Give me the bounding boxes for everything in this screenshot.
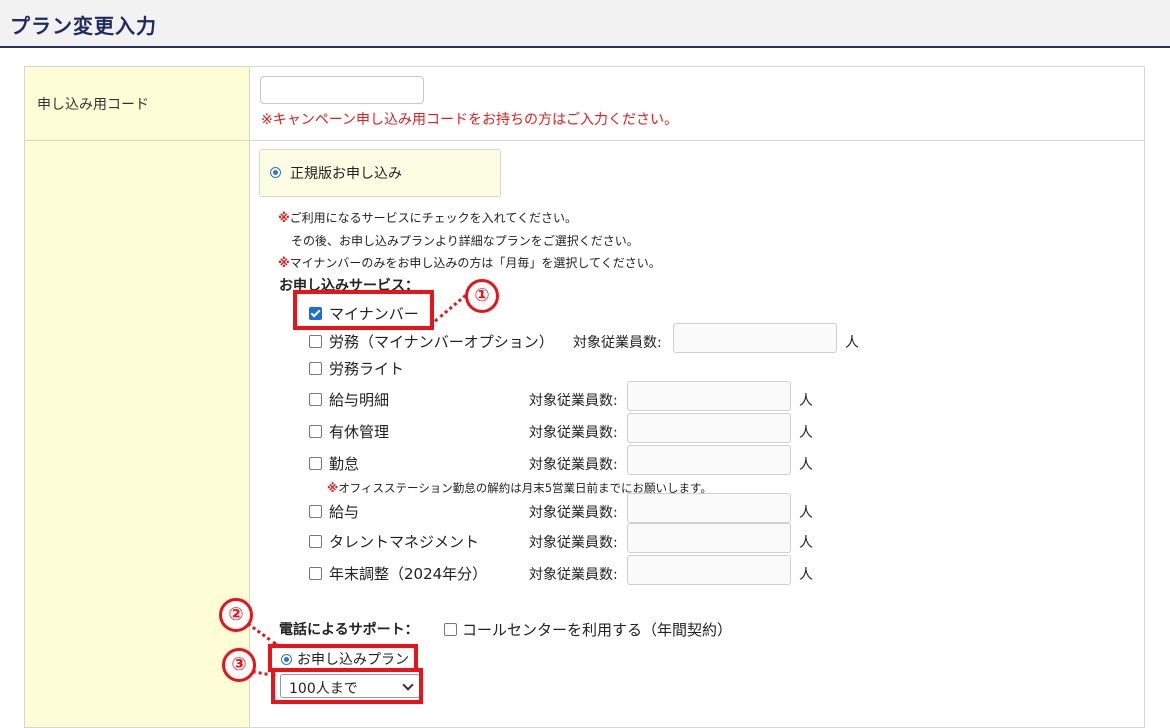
labor-lite-checkbox[interactable] (309, 362, 322, 375)
employee-count-label: 対象従業員数: (573, 335, 662, 351)
service-row-payslip[interactable]: 給与明細 対象従業員数: 人 (309, 381, 869, 411)
regular-plan-label: 正規版お申し込み (290, 166, 402, 182)
campaign-code-note: ※キャンペーン申し込み用コードをお持ちの方はご入力ください。 (261, 112, 679, 128)
callout-number-3: ③ (222, 648, 256, 682)
service-row-attendance[interactable]: 勤怠 対象従業員数: 人 (309, 445, 869, 475)
employee-count-label: 対象従業員数: (529, 425, 618, 441)
note-line-2: その後、お申し込みプランより詳細なプランをご選択ください。 (291, 234, 639, 248)
service-row-paid-leave[interactable]: 有休管理 対象従業員数: 人 (309, 413, 869, 443)
service-name: 勤怠 (329, 455, 360, 473)
employee-count-input[interactable] (627, 523, 791, 553)
labor-option-checkbox[interactable] (309, 335, 322, 348)
unit-label: 人 (799, 425, 813, 441)
note-line-3: ※マイナンバーのみをお申し込みの方は「月毎」を選択してください。 (278, 256, 661, 270)
employee-count-input[interactable] (673, 323, 837, 353)
campaign-code-input[interactable] (260, 76, 424, 104)
plan-change-form: 申し込み用コード ※キャンペーン申し込み用コードをお持ちの方はご入力ください。 … (24, 66, 1145, 728)
employee-count-label: 対象従業員数: (529, 505, 618, 521)
unit-label: 人 (799, 567, 813, 583)
paid-leave-checkbox[interactable] (309, 425, 322, 438)
employee-count-input[interactable] (627, 381, 791, 411)
service-name: 労務ライト (329, 360, 405, 378)
page-header: プラン変更入力 (0, 0, 1170, 48)
unit-label: 人 (799, 505, 813, 521)
row-divider (25, 140, 1144, 141)
service-name: 労務（マイナンバーオプション） (329, 333, 554, 351)
employee-count-input[interactable] (627, 493, 791, 523)
highlight-box-1 (293, 290, 434, 330)
phone-support-label: 電話によるサポート： (279, 622, 419, 638)
service-name: 給与 (329, 503, 360, 521)
service-name: 有休管理 (329, 423, 390, 441)
callout-number-2: ② (219, 598, 253, 632)
employee-count-input[interactable] (627, 413, 791, 443)
unit-label: 人 (799, 393, 813, 409)
service-row-year-end[interactable]: 年末調整（2024年分） 対象従業員数: 人 (309, 555, 869, 585)
service-name: 給与明細 (329, 391, 390, 409)
code-label: 申し込み用コード (37, 97, 149, 113)
service-name: タレントマネジメント (329, 533, 480, 551)
page-title: プラン変更入力 (10, 14, 157, 38)
payslip-checkbox[interactable] (309, 393, 322, 406)
service-row-talent[interactable]: タレントマネジメント 対象従業員数: 人 (309, 523, 869, 553)
call-center-label[interactable]: コールセンターを利用する（年間契約） (462, 619, 732, 640)
unit-label: 人 (845, 335, 859, 351)
regular-plan-option[interactable]: 正規版お申し込み (259, 149, 501, 197)
employee-count-label: 対象従業員数: (529, 457, 618, 473)
employee-count-label: 対象従業員数: (529, 535, 618, 551)
year-end-checkbox[interactable] (309, 567, 322, 580)
callout-number-1: ① (465, 279, 499, 313)
call-center-checkbox[interactable] (444, 623, 457, 636)
employee-count-label: 対象従業員数: (529, 393, 618, 409)
unit-label: 人 (799, 535, 813, 551)
employee-count-label: 対象従業員数: (529, 567, 618, 583)
unit-label: 人 (799, 457, 813, 473)
service-row-labor-lite[interactable]: 労務ライト (309, 356, 869, 380)
highlight-box-3 (271, 668, 423, 704)
label-column: 申し込み用コード (25, 67, 250, 727)
service-row-payroll[interactable]: 給与 対象従業員数: 人 (309, 493, 869, 523)
service-row-labor-option[interactable]: 労務（マイナンバーオプション） 対象従業員数: 人 (309, 323, 869, 353)
payroll-checkbox[interactable] (309, 505, 322, 518)
talent-checkbox[interactable] (309, 535, 322, 548)
note-line-1: ※ご利用になるサービスにチェックを入れてください。 (278, 211, 577, 225)
regular-plan-radio[interactable] (270, 167, 281, 178)
service-name: 年末調整（2024年分） (329, 565, 488, 583)
employee-count-input[interactable] (627, 445, 791, 475)
attendance-checkbox[interactable] (309, 457, 322, 470)
employee-count-input[interactable] (627, 555, 791, 585)
